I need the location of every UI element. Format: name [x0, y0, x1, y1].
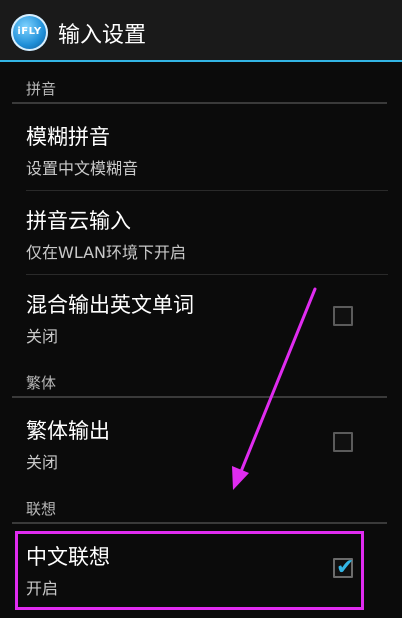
pref-summary: 关闭 [26, 453, 59, 472]
pref-mixed-english[interactable]: 混合输出英文单词 关闭 [0, 274, 402, 358]
pref-title: 混合输出英文单词 [26, 293, 194, 317]
mixed-english-checkbox[interactable] [333, 306, 353, 326]
settings-screen: iFLY 输入设置 拼音 模糊拼音 设置中文模糊音 拼音云输入 仅在WLAN环境… [0, 0, 402, 618]
pref-traditional-output[interactable]: 繁体输出 关闭 [0, 400, 402, 484]
section-header-association: 联想 [12, 488, 387, 524]
section-header-pinyin: 拼音 [12, 68, 387, 104]
section-title: 繁体 [26, 374, 57, 392]
section-title: 联想 [26, 500, 57, 518]
highlight-box [15, 531, 364, 610]
pref-title: 模糊拼音 [26, 125, 110, 149]
page-title: 输入设置 [58, 23, 147, 48]
pref-fuzzy-pinyin[interactable]: 模糊拼音 设置中文模糊音 [0, 106, 402, 190]
traditional-output-checkbox[interactable] [333, 432, 353, 452]
section-title: 拼音 [26, 80, 57, 98]
pref-summary: 仅在WLAN环境下开启 [26, 243, 187, 262]
pref-title: 拼音云输入 [26, 209, 131, 233]
app-icon-label: iFLY [17, 26, 42, 37]
action-bar: iFLY 输入设置 [0, 0, 402, 62]
pref-summary: 设置中文模糊音 [26, 159, 139, 178]
ifly-logo-icon[interactable]: iFLY [11, 14, 48, 51]
pref-summary: 关闭 [26, 327, 59, 346]
pref-cloud-input[interactable]: 拼音云输入 仅在WLAN环境下开启 [0, 190, 402, 274]
pref-title: 繁体输出 [26, 419, 110, 443]
section-header-traditional: 繁体 [12, 362, 387, 398]
